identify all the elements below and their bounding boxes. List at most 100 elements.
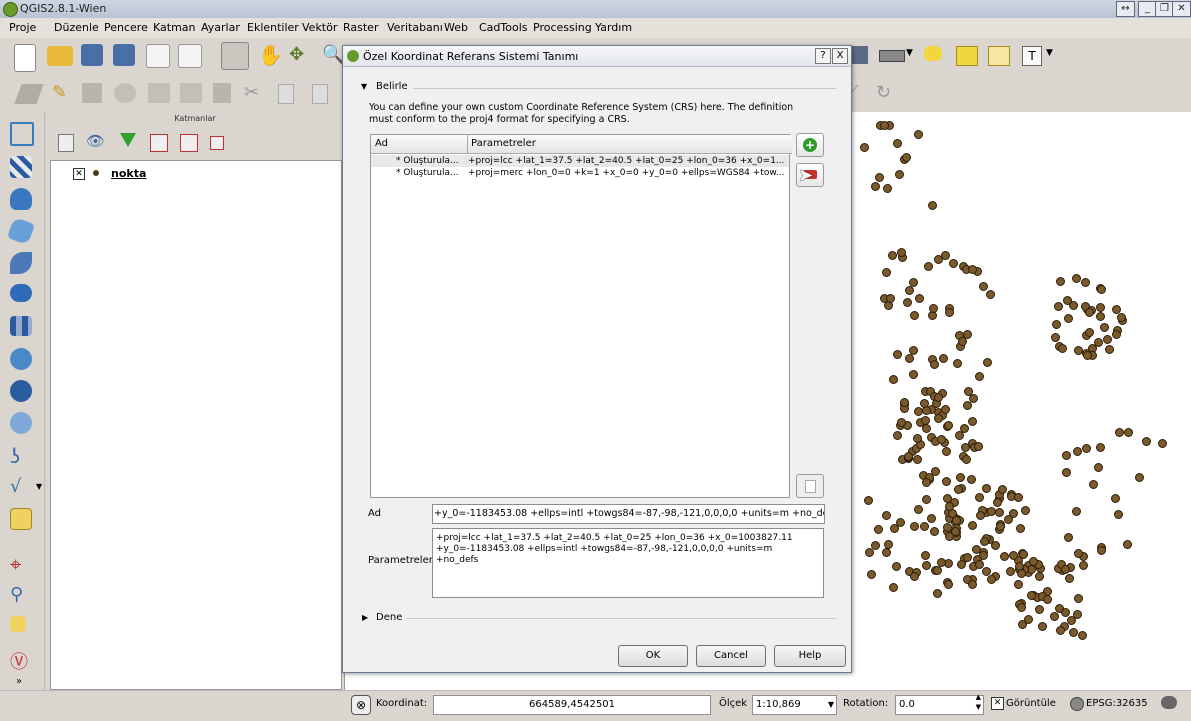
filter-legend-icon[interactable] bbox=[120, 133, 136, 147]
delete-selected-icon[interactable] bbox=[213, 83, 231, 103]
crs-name-input[interactable]: +y_0=-1183453.08 +ellps=intl +towgs84=-8… bbox=[432, 504, 825, 524]
dialog-help-button[interactable]: ? bbox=[815, 48, 831, 64]
save-as-icon[interactable] bbox=[113, 44, 135, 66]
measure-icon[interactable] bbox=[879, 50, 905, 62]
rotation-spinbox[interactable]: 0.0 ▲ ▼ bbox=[895, 692, 984, 715]
pan-to-selection-icon[interactable]: ✥ bbox=[289, 44, 304, 65]
menu-proje[interactable]: Proje bbox=[9, 21, 36, 34]
restore-icon[interactable]: ↔ bbox=[1116, 1, 1135, 17]
visibility-eye-icon[interactable]: 👁 bbox=[86, 132, 105, 150]
expand-arrow-icon[interactable]: ▶ bbox=[362, 613, 368, 622]
scale-dropdown-icon[interactable]: ▼ bbox=[828, 696, 834, 714]
composer-manager-icon[interactable] bbox=[178, 44, 202, 68]
current-edits-icon[interactable] bbox=[14, 84, 44, 104]
coordinate-field[interactable]: 664589,4542501 bbox=[433, 695, 711, 715]
pan-hand-icon[interactable]: ✋ bbox=[258, 43, 283, 67]
spin-arrows-icon[interactable]: ▲ ▼ bbox=[976, 692, 981, 712]
crs-params-textarea[interactable]: +proj=lcc +lat_1=37.5 +lat_2=40.5 +lat_0… bbox=[432, 528, 824, 598]
node-tool-icon[interactable] bbox=[180, 83, 202, 103]
point-feature bbox=[1079, 561, 1089, 571]
add-mssql-layer-icon[interactable] bbox=[10, 252, 32, 274]
point-feature bbox=[882, 548, 892, 558]
add-wms-layer-icon[interactable] bbox=[10, 316, 32, 336]
measure-dropdown-icon[interactable]: ▼ bbox=[906, 48, 913, 58]
menu-raster[interactable]: Raster bbox=[343, 21, 378, 34]
new-layer-dropdown-icon[interactable]: ▼ bbox=[36, 482, 42, 491]
toggle-editing-icon[interactable]: ✎ bbox=[52, 82, 67, 103]
text-annotation-icon[interactable]: T bbox=[1022, 46, 1042, 66]
menu-katman[interactable]: Katman bbox=[153, 21, 196, 34]
add-crs-button[interactable]: + bbox=[796, 133, 824, 157]
menu-ayarlar[interactable]: Ayarlar bbox=[201, 21, 240, 34]
crs-status[interactable]: EPSG:32635 bbox=[1086, 698, 1148, 709]
add-vector-layer-icon[interactable] bbox=[10, 122, 34, 146]
annotation-dropdown-icon[interactable]: ▼ bbox=[1046, 48, 1053, 58]
new-shapefile-icon[interactable]: √ bbox=[10, 476, 36, 502]
add-spatialite-layer-icon[interactable] bbox=[6, 216, 36, 246]
menu-veritabani[interactable]: Veritabanı bbox=[387, 21, 443, 34]
save-project-icon[interactable] bbox=[81, 44, 103, 66]
layer-item[interactable]: ✕ nokta bbox=[55, 167, 341, 181]
messages-icon[interactable] bbox=[1161, 696, 1177, 709]
move-feature-icon[interactable] bbox=[148, 83, 170, 103]
attribute-table-icon[interactable] bbox=[850, 46, 868, 64]
coordinate-toggle-icon[interactable]: ⊗ bbox=[351, 695, 371, 715]
redo-icon[interactable]: ↻ bbox=[876, 82, 891, 103]
add-wcs-layer-icon[interactable] bbox=[10, 348, 32, 370]
open-layer-styling-icon[interactable] bbox=[58, 134, 74, 152]
new-print-composer-icon[interactable] bbox=[146, 44, 170, 68]
copy-features-icon[interactable] bbox=[278, 84, 294, 104]
show-bookmarks-icon[interactable] bbox=[988, 46, 1010, 66]
crs-table[interactable]: Ad Parametreler * Oluşturula... +proj=lc… bbox=[370, 134, 792, 498]
layer-visibility-checkbox[interactable]: ✕ bbox=[73, 168, 85, 180]
save-edits-icon[interactable] bbox=[82, 83, 102, 103]
add-gpx-icon[interactable]: ʖ bbox=[10, 444, 36, 470]
test-section-label[interactable]: Dene bbox=[376, 612, 402, 623]
add-wfs-layer-icon[interactable] bbox=[10, 380, 32, 402]
dialog-close-button[interactable]: X bbox=[832, 48, 848, 64]
digitize-point-icon[interactable]: ⚲ bbox=[10, 584, 36, 610]
add-raster-layer-icon[interactable] bbox=[10, 156, 32, 178]
table-row[interactable]: * Oluşturula... +proj=lcc +lat_1=37.5 +l… bbox=[371, 155, 789, 167]
touch-zoom-icon[interactable] bbox=[221, 42, 249, 70]
expand-all-icon[interactable] bbox=[150, 134, 168, 152]
crosshair-icon[interactable]: ⌖ bbox=[10, 552, 36, 578]
menu-vektor[interactable]: Vektör bbox=[302, 21, 337, 34]
more-tools-icon[interactable]: » bbox=[16, 676, 22, 687]
plugin-tool-icon[interactable] bbox=[10, 616, 26, 632]
collapse-all-icon[interactable] bbox=[180, 134, 198, 152]
new-project-icon[interactable] bbox=[14, 44, 36, 72]
open-project-icon[interactable] bbox=[47, 46, 73, 66]
ok-button[interactable]: OK bbox=[618, 645, 688, 667]
add-virtual-layer-icon[interactable] bbox=[10, 508, 32, 530]
column-header-name[interactable]: Ad bbox=[371, 135, 468, 154]
define-section-label[interactable]: Belirle bbox=[376, 81, 408, 92]
new-bookmark-icon[interactable] bbox=[956, 46, 978, 66]
add-oracle-layer-icon[interactable] bbox=[10, 284, 32, 302]
copy-existing-crs-button[interactable] bbox=[796, 474, 824, 498]
help-button[interactable]: Help bbox=[774, 645, 846, 667]
scale-combobox[interactable]: 1:10,869 ▼ bbox=[752, 695, 837, 715]
crs-globe-icon[interactable] bbox=[1070, 697, 1084, 711]
paste-features-icon[interactable] bbox=[312, 84, 328, 104]
menu-web[interactable]: Web bbox=[444, 21, 468, 34]
remove-layer-icon[interactable] bbox=[210, 136, 224, 150]
map-tips-icon[interactable] bbox=[924, 46, 942, 61]
menu-eklentiler[interactable]: Eklentiler bbox=[247, 21, 299, 34]
add-postgis-layer-icon[interactable] bbox=[10, 188, 32, 210]
close-icon[interactable]: ✕ bbox=[1172, 1, 1191, 17]
menu-duzenle[interactable]: Düzenle bbox=[54, 21, 99, 34]
menu-yardim[interactable]: Yardım bbox=[595, 21, 632, 34]
table-row[interactable]: * Oluşturula... +proj=merc +lon_0=0 +k=1… bbox=[371, 167, 789, 179]
collapse-arrow-icon[interactable]: ▼ bbox=[361, 82, 367, 91]
menu-pencere[interactable]: Pencere bbox=[104, 21, 148, 34]
cancel-button[interactable]: Cancel bbox=[696, 645, 766, 667]
vector-tool-icon[interactable]: Ⓥ bbox=[10, 648, 36, 674]
menu-processing[interactable]: Processing bbox=[533, 21, 592, 34]
add-feature-icon[interactable] bbox=[114, 83, 136, 103]
column-header-params[interactable]: Parametreler bbox=[468, 135, 792, 154]
cut-features-icon[interactable]: ✂ bbox=[244, 82, 259, 103]
menu-cadtools[interactable]: CadTools bbox=[479, 21, 528, 34]
add-delimited-text-icon[interactable] bbox=[10, 412, 32, 434]
render-checkbox[interactable]: ✕ bbox=[991, 697, 1004, 710]
